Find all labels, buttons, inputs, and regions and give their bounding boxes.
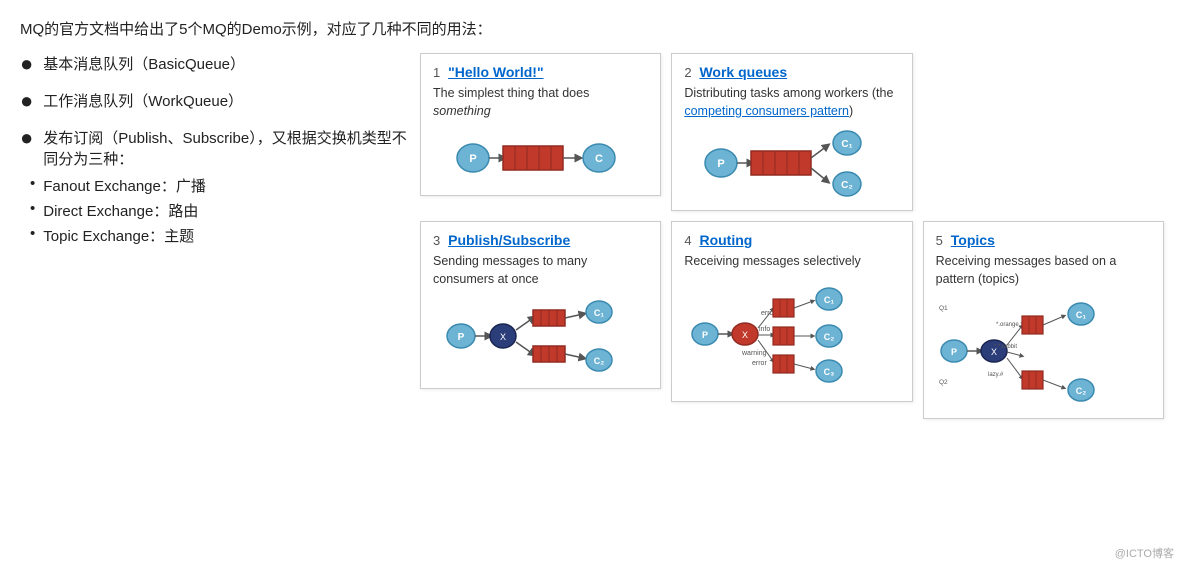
sub-item-fanout: • Fanout Exchange：广播	[30, 175, 206, 196]
bullet-item-1: ● 基本消息队列（BasicQueue）	[20, 53, 410, 80]
svg-text:C: C	[595, 153, 603, 165]
svg-text:*.*.rabbit: *.*.rabbit	[994, 344, 1017, 350]
card-3-title[interactable]: Publish/Subscribe	[448, 232, 570, 248]
competing-consumers-link[interactable]: competing consumers pattern	[684, 104, 849, 118]
card-3-number: 3	[433, 233, 440, 248]
card-5-title[interactable]: Topics	[951, 232, 995, 248]
svg-text:Q1: Q1	[939, 305, 948, 312]
card-1-number: 1	[433, 65, 440, 80]
svg-text:C₂: C₂	[842, 180, 854, 191]
card-1-desc: The simplest thing that does something	[433, 85, 648, 120]
card-4-number: 4	[684, 233, 691, 248]
svg-text:P: P	[718, 158, 725, 170]
card-2-header: 2 Work queues	[684, 64, 899, 80]
watermark: @ICTO博客	[1115, 545, 1174, 561]
bullet-list: ● 基本消息队列（BasicQueue） ● 工作消息队列（WorkQueue）…	[20, 53, 410, 250]
svg-text:P: P	[458, 332, 465, 343]
card-1-diagram: P C	[433, 128, 648, 183]
svg-text:warning: warning	[741, 350, 767, 357]
card-4-header: 4 Routing	[684, 232, 899, 248]
svg-text:info: info	[759, 326, 770, 333]
svg-text:*.orange.*: *.orange.*	[996, 322, 1023, 328]
card-routing: 4 Routing Receiving messages selectively…	[671, 221, 912, 402]
svg-text:P: P	[469, 153, 476, 165]
intro-text: MQ的官方文档中给出了5个MQ的Demo示例，对应了几种不同的用法：	[20, 18, 1164, 39]
svg-text:P: P	[702, 330, 708, 340]
card-4-title[interactable]: Routing	[699, 232, 752, 248]
bullet-text-1: 基本消息队列（BasicQueue）	[43, 53, 245, 74]
card-2-diagram: P C₁	[684, 128, 899, 198]
sub-item-direct: • Direct Exchange：路由	[30, 200, 206, 221]
card-1-header: 1 "Hello World!"	[433, 64, 648, 80]
card-2-title[interactable]: Work queues	[699, 64, 787, 80]
svg-text:C₁: C₁	[594, 308, 604, 318]
left-column: ● 基本消息队列（BasicQueue） ● 工作消息队列（WorkQueue）…	[20, 53, 410, 260]
svg-text:X: X	[742, 330, 748, 340]
sub-text-direct: Direct Exchange：路由	[43, 200, 198, 221]
card-5-diagram: P X Q1 *.orange.* *.*.rabbit lazy.#	[936, 296, 1151, 406]
svg-text:C₂: C₂	[594, 356, 605, 366]
svg-text:lazy.#: lazy.#	[988, 372, 1004, 378]
svg-text:C₁: C₁	[842, 139, 853, 150]
bullet-text-2: 工作消息队列（WorkQueue）	[43, 90, 243, 111]
card-pubsub: 3 Publish/Subscribe Sending messages to …	[420, 221, 661, 389]
bullet-item-2: ● 工作消息队列（WorkQueue）	[20, 90, 410, 117]
card-5-desc: Receiving messages based on a pattern (t…	[936, 253, 1151, 288]
bullet-dot-3: ●	[20, 123, 33, 154]
card-hello-world: 1 "Hello World!" The simplest thing that…	[420, 53, 661, 196]
card-3-diagram: P X	[433, 296, 648, 376]
svg-text:C₁: C₁	[824, 295, 834, 305]
card-4-diagram: P X error info	[684, 279, 899, 389]
sub-text-fanout: Fanout Exchange：广播	[43, 175, 206, 196]
sub-item-topic: • Topic Exchange：主题	[30, 225, 206, 246]
svg-text:error: error	[752, 360, 767, 367]
svg-text:C₁: C₁	[1076, 310, 1086, 320]
svg-text:X: X	[500, 332, 506, 342]
svg-text:C₃: C₃	[824, 367, 835, 377]
svg-text:C₂: C₂	[1076, 386, 1087, 396]
card-3-header: 3 Publish/Subscribe	[433, 232, 648, 248]
bullet-item-3: ● 发布订阅（Publish、Subscribe），又根据交换机类型不同分为三种…	[20, 127, 410, 250]
card-1-title[interactable]: "Hello World!"	[448, 64, 543, 80]
card-3-desc: Sending messages to many consumers at on…	[433, 253, 648, 288]
card-2-number: 2	[684, 65, 691, 80]
bullet-text-3: 发布订阅（Publish、Subscribe），又根据交换机类型不同分为三种：	[43, 127, 410, 169]
card-5-header: 5 Topics	[936, 232, 1151, 248]
svg-text:C₂: C₂	[824, 332, 835, 342]
card-4-desc: Receiving messages selectively	[684, 253, 899, 271]
card-topics: 5 Topics Receiving messages based on a p…	[923, 221, 1164, 419]
sub-list: • Fanout Exchange：广播 • Direct Exchange：路…	[30, 175, 206, 250]
sub-text-topic: Topic Exchange：主题	[43, 225, 194, 246]
card-2-desc: Distributing tasks among workers (the co…	[684, 85, 899, 120]
bullet-dot-2: ●	[20, 86, 33, 117]
card-work-queues: 2 Work queues Distributing tasks among w…	[671, 53, 912, 211]
cards-grid: 1 "Hello World!" The simplest thing that…	[420, 53, 1164, 419]
svg-text:Q2: Q2	[939, 379, 948, 386]
svg-text:P: P	[951, 347, 957, 357]
bullet-dot-1: ●	[20, 49, 33, 80]
card-5-number: 5	[936, 233, 943, 248]
